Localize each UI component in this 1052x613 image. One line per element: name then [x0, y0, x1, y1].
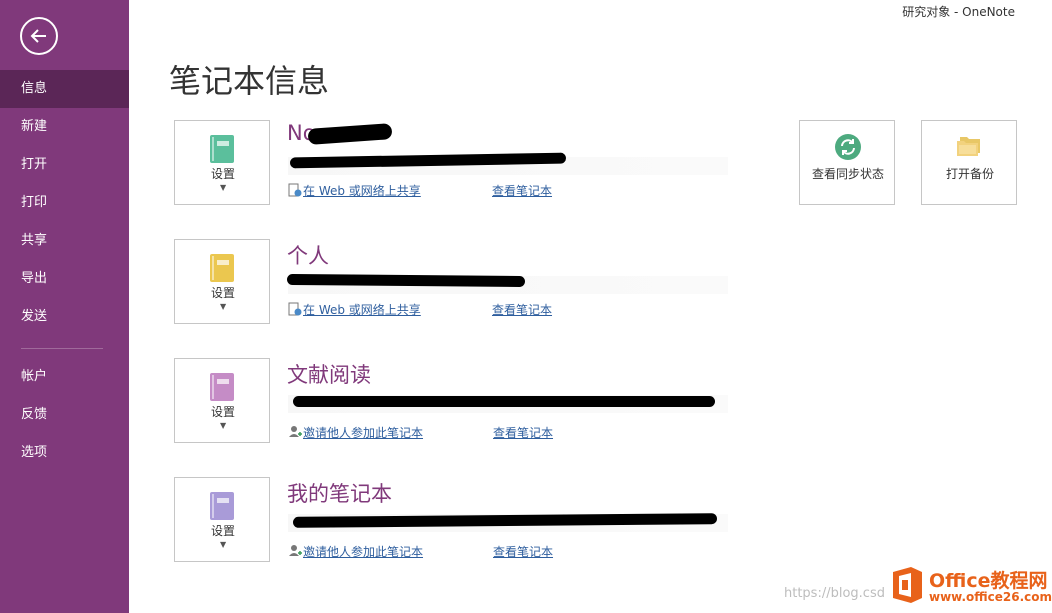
invite-user-icon [289, 426, 302, 437]
folder-icon [957, 137, 980, 156]
view-notebook-link[interactable]: 查看笔记本 [492, 182, 552, 199]
sidebar-item-account[interactable]: 帐户 [0, 358, 129, 396]
sync-status-label: 查看同步状态 [811, 167, 884, 181]
office-logo-icon [893, 567, 922, 603]
settings-label: 设置 [210, 405, 235, 419]
watermark-brand: Office教程网 [929, 570, 1048, 592]
sidebar-item-open[interactable]: 打开 [0, 146, 129, 184]
notebook-icon [210, 373, 234, 401]
sidebar-item-send[interactable]: 发送 [0, 298, 129, 336]
chevron-down-icon: ▼ [220, 302, 227, 311]
chevron-down-icon: ▼ [220, 540, 227, 549]
watermark-url: https://blog.csd [784, 586, 885, 601]
backstage-sidebar: 信息 新建 打开 打印 共享 导出 发送 帐户 反馈 选项 [0, 0, 129, 613]
sidebar-item-feedback[interactable]: 反馈 [0, 396, 129, 434]
sidebar-item-new[interactable]: 新建 [0, 108, 129, 146]
notebook-icon [210, 492, 234, 520]
share-web-icon [288, 183, 302, 197]
share-web-link[interactable]: 在 Web 或网络上共享 [303, 301, 421, 318]
sidebar-item-share[interactable]: 共享 [0, 222, 129, 260]
sidebar-item-options[interactable]: 选项 [0, 434, 129, 472]
view-notebook-link[interactable]: 查看笔记本 [492, 301, 552, 318]
settings-label: 设置 [210, 524, 235, 538]
sidebar-divider [21, 348, 103, 349]
view-sync-status-button[interactable]: 查看同步状态 [799, 120, 895, 205]
view-notebook-link[interactable]: 查看笔记本 [493, 543, 553, 560]
notebook-icon [210, 254, 234, 282]
sync-icon [835, 134, 861, 160]
notebook-name: 个人 [287, 244, 329, 268]
back-button[interactable] [20, 17, 58, 55]
invite-people-link[interactable]: 邀请他人参加此笔记本 [303, 543, 423, 560]
view-notebook-link[interactable]: 查看笔记本 [493, 424, 553, 441]
invite-people-link[interactable]: 邀请他人参加此笔记本 [303, 424, 423, 441]
redaction-mark [307, 123, 393, 145]
notebook-name: 文献阅读 [287, 363, 371, 387]
chevron-down-icon: ▼ [220, 183, 227, 192]
invite-user-icon [289, 545, 302, 556]
sidebar-item-info[interactable]: 信息 [0, 70, 129, 108]
share-web-link[interactable]: 在 Web 或网络上共享 [303, 182, 421, 199]
sidebar-item-export[interactable]: 导出 [0, 260, 129, 298]
notebook-icon [210, 135, 234, 163]
settings-label: 设置 [210, 167, 235, 181]
notebook-settings-button[interactable]: 设置 ▼ [174, 358, 270, 443]
page-title: 笔记本信息 [169, 62, 330, 100]
redaction-mark [286, 273, 526, 288]
open-backup-button[interactable]: 打开备份 [921, 120, 1017, 205]
sidebar-item-print[interactable]: 打印 [0, 184, 129, 222]
settings-label: 设置 [210, 286, 235, 300]
redaction-mark [293, 396, 715, 407]
share-web-icon [288, 302, 302, 316]
notebook-settings-button[interactable]: 设置 ▼ [174, 120, 270, 205]
notebook-settings-button[interactable]: 设置 ▼ [174, 477, 270, 562]
arrow-left-icon [30, 29, 46, 43]
notebook-name: 我的笔记本 [287, 482, 392, 506]
window-title: 研究对象 - OneNote [902, 5, 1015, 19]
open-backup-label: 打开备份 [945, 167, 994, 181]
chevron-down-icon: ▼ [220, 421, 227, 430]
notebook-settings-button[interactable]: 设置 ▼ [174, 239, 270, 324]
watermark-site: www.office26.com [929, 590, 1052, 604]
